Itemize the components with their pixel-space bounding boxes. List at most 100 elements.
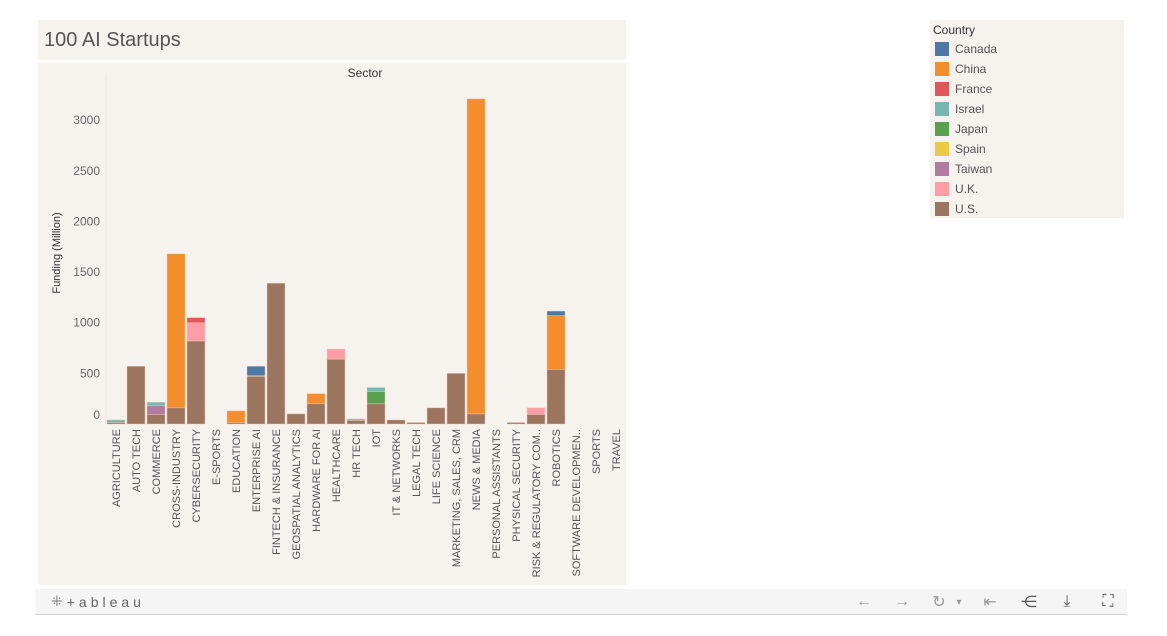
bar-segment-us[interactable]: [466, 413, 486, 425]
bar-segment-us[interactable]: [346, 420, 366, 425]
y-tick-label: 500: [80, 366, 100, 380]
bar-segment-us[interactable]: [266, 282, 286, 425]
x-tick-label: FINTECH & INSURANCE: [271, 429, 283, 555]
bar-segment-us[interactable]: [506, 422, 526, 425]
bar-segment-china[interactable]: [546, 315, 566, 370]
legend-label: Spain: [955, 142, 986, 156]
legend-label: Israel: [955, 102, 985, 116]
legend-item-japan[interactable]: Japan: [935, 121, 988, 137]
bar-segment-china[interactable]: [226, 410, 246, 423]
bar-segment-us[interactable]: [126, 365, 146, 425]
x-tick-label: IT & NETWORKS: [391, 429, 403, 516]
bar-segment-france[interactable]: [186, 317, 206, 323]
legend-item-france[interactable]: France: [935, 81, 992, 97]
x-tick-label: LEGAL TECH: [411, 429, 423, 497]
tableau-logo[interactable]: ⁜ +ableau: [51, 593, 145, 610]
legend-label: Japan: [955, 122, 988, 136]
title-panel: 100 AI Startups: [38, 20, 626, 60]
x-tick-label: ROBOTICS: [551, 429, 563, 486]
legend-label: Canada: [955, 42, 998, 56]
legend-item-canada[interactable]: Canada: [935, 41, 997, 57]
bar-segment-us[interactable]: [186, 340, 206, 425]
x-tick-label: SPORTS: [591, 429, 603, 474]
bar-segment-canada[interactable]: [246, 365, 266, 376]
bar-segment-us[interactable]: [406, 422, 426, 425]
x-tick-label: LIFE SCIENCE: [431, 429, 443, 504]
y-tick-label: 0: [93, 408, 100, 422]
x-tick-label: AGRICULTURE: [111, 429, 123, 507]
chart-panel: Sector Funding (Million) 0 500 1000 1500 2000 2…: [38, 63, 626, 585]
share-button[interactable]: ⋲: [1018, 591, 1040, 613]
bar-segment-us[interactable]: [546, 368, 566, 425]
legend-swatch: [935, 62, 949, 76]
x-tick-label: E-SPORTS: [211, 429, 223, 485]
legend-label: France: [955, 82, 993, 96]
bar-segment-us[interactable]: [446, 373, 466, 425]
bar-segment-israel[interactable]: [366, 387, 386, 392]
legend-item-taiwan[interactable]: Taiwan: [935, 161, 992, 177]
bar-segment-uk[interactable]: [186, 322, 206, 342]
x-tick-label: ENTERPRISE AI: [251, 429, 263, 512]
bar-segment-japan[interactable]: [366, 391, 386, 405]
fullscreen-button[interactable]: ⛶: [1097, 591, 1119, 613]
revert-dropdown[interactable]: ▾: [953, 591, 965, 613]
bar-segment-israel[interactable]: [346, 418, 366, 421]
legend-swatch: [935, 82, 949, 96]
legend-item-us[interactable]: U.S.: [935, 201, 978, 217]
bar-segment-israel[interactable]: [106, 419, 126, 423]
x-tick-label: TRAVEL: [611, 429, 623, 471]
x-tick-label: RISK & REGULATORY COM..: [531, 429, 543, 577]
bar-segment-us[interactable]: [526, 414, 546, 425]
bar-segment-uk[interactable]: [526, 407, 546, 415]
dashboard-title: 100 AI Startups: [44, 29, 181, 51]
bar-segment-us[interactable]: [326, 358, 346, 425]
bar-segment-china[interactable]: [466, 98, 486, 415]
x-tick-label: AUTO TECH: [131, 429, 143, 492]
legend-label: U.K.: [955, 182, 979, 196]
y-tick-label: 2000: [73, 214, 100, 228]
bar-segment-us[interactable]: [386, 419, 406, 425]
revert-button[interactable]: ↻: [928, 591, 950, 613]
bar-segment-taiwan[interactable]: [146, 405, 166, 415]
bar-segment-china[interactable]: [166, 253, 186, 409]
legend-item-spain[interactable]: Spain: [935, 141, 986, 157]
bar-segment-us[interactable]: [286, 413, 306, 425]
bar-segment-china[interactable]: [306, 393, 326, 405]
legend-item-china[interactable]: China: [935, 61, 986, 77]
tableau-logo-text: +ableau: [66, 593, 145, 610]
x-tick-label: HARDWARE FOR AI: [311, 429, 323, 532]
download-button[interactable]: ⤓: [1056, 591, 1078, 613]
legend-item-israel[interactable]: Israel: [935, 101, 984, 117]
bar-segment-us[interactable]: [166, 407, 186, 425]
bar-segment-us[interactable]: [146, 414, 166, 425]
tableau-toolbar: ⁜ +ableau ← → ↻ ▾ ⇤ ⋲ ⤓ ⛶: [35, 589, 1127, 615]
x-tick-label: CYBERSECURITY: [191, 428, 203, 522]
x-tick-label: SOFTWARE DEVELOPMEN..: [571, 429, 583, 577]
x-tick-label: GEOSPATIAL ANALYTICS: [291, 429, 303, 559]
legend-title: Country: [933, 23, 976, 37]
bar-segment-us[interactable]: [306, 403, 326, 425]
bar-segment-us[interactable]: [246, 376, 266, 425]
y-tick-label: 1000: [73, 316, 100, 330]
x-tick-label: COMMERCE: [151, 429, 163, 494]
redo-button[interactable]: →: [891, 591, 913, 613]
y-tick-label: 2500: [73, 164, 100, 178]
bar-segment-israel[interactable]: [146, 401, 166, 407]
legend-item-uk[interactable]: U.K.: [935, 181, 978, 197]
bar-segment-canada[interactable]: [546, 310, 566, 316]
stacked-bar-chart: Sector Funding (Million) 0 500 1000 1500 2000 2…: [51, 66, 623, 577]
legend-swatch: [935, 202, 949, 216]
legend-swatch: [935, 142, 949, 156]
x-tick-label: PERSONAL ASSISTANTS: [491, 429, 503, 559]
x-tick-label: HEALTHCARE: [331, 429, 343, 502]
bar-segment-us[interactable]: [426, 407, 446, 425]
undo-button[interactable]: ←: [853, 591, 875, 613]
column-header-sector: Sector: [348, 66, 383, 80]
x-tick-label: HR TECH: [351, 429, 363, 478]
x-tick-label: EDUCATION: [231, 429, 243, 493]
reset-button[interactable]: ⇤: [979, 591, 1001, 613]
bar-segment-us[interactable]: [366, 403, 386, 425]
legend-swatch: [935, 162, 949, 176]
bar-segment-uk[interactable]: [326, 348, 346, 360]
legend-swatch: [935, 182, 949, 196]
